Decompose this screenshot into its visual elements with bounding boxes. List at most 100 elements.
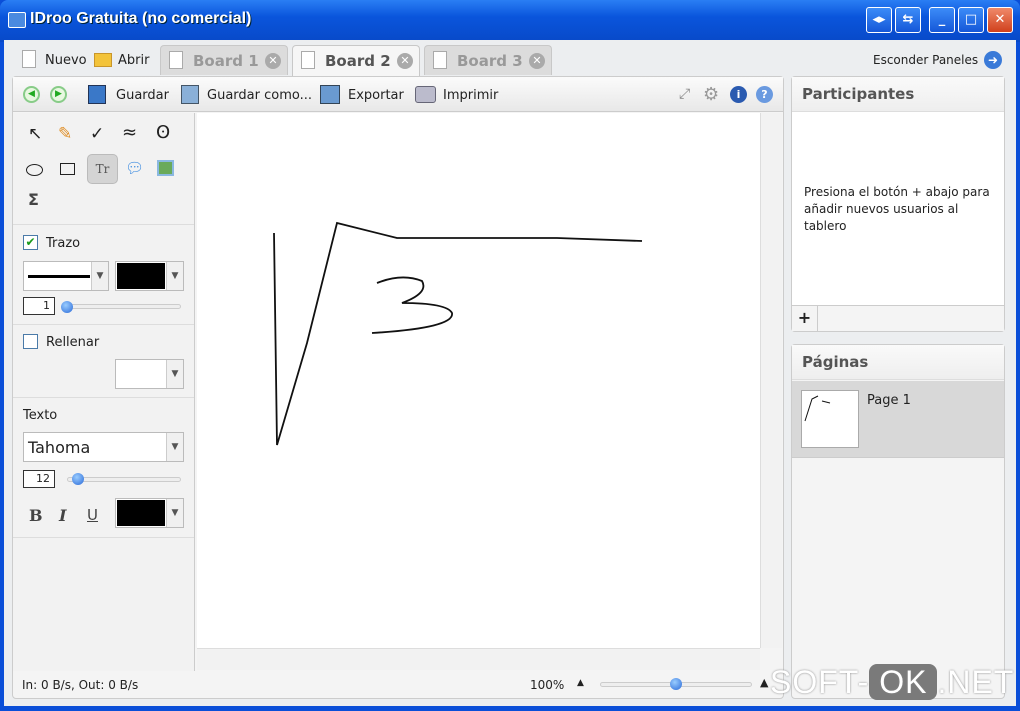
divider [13,324,194,325]
info-icon[interactable]: i [730,86,747,103]
font-dropdown[interactable]: Tahoma ▼ [23,432,184,462]
freehand-line-icon[interactable]: ≈ [122,122,137,143]
rectangle-icon[interactable] [60,163,75,175]
open-button[interactable]: Abrir [118,53,149,68]
curve-icon[interactable]: ʘ [156,122,170,143]
speech-bubble-icon[interactable]: 💬︎ [125,159,144,177]
chevron-down-icon: ▼ [166,262,183,290]
back-icon[interactable]: ◀ [23,86,40,103]
text-color-dropdown[interactable]: ▼ [115,498,184,528]
print-icon [415,86,436,103]
export-button[interactable]: Exportar [348,88,404,103]
zoom-slider-knob[interactable] [670,678,682,690]
pencil-icon[interactable]: ✎ [58,124,72,144]
page-item[interactable]: Page 1 [792,381,1004,458]
document-icon [169,51,183,69]
stroke-color-dropdown[interactable]: ▼ [115,261,184,291]
tab-board-1[interactable]: Board 1 ✕ [160,45,288,75]
divider [13,397,194,398]
minimize-button[interactable]: _ [929,7,955,33]
tab-board-3[interactable]: Board 3 ✕ [424,45,552,75]
fullscreen-icon[interactable]: ⤢ [679,86,690,102]
drawing-canvas[interactable] [197,113,760,648]
vertical-scrollbar[interactable] [760,113,782,648]
highlighter-icon[interactable]: ✓ [90,124,104,144]
save-icon [88,85,106,104]
stroke-width-slider[interactable] [62,304,181,309]
save-as-icon [181,85,199,104]
help-icon[interactable]: ? [756,86,773,103]
add-participant-button[interactable]: + [792,306,818,331]
line-style-dropdown[interactable]: ▼ [23,261,109,291]
stroke-label: Trazo [46,236,81,251]
font-size-input[interactable]: 12 [23,470,55,488]
window-title: IDroo Gratuita (no comercial) [30,10,252,27]
swap-icon[interactable]: ◂▸ [866,7,892,33]
close-tab-icon[interactable]: ✕ [265,53,281,69]
open-folder-icon [94,53,112,67]
close-tab-icon[interactable]: ✕ [529,53,545,69]
new-icon [22,50,36,68]
close-tab-icon[interactable]: ✕ [397,53,413,69]
formula-sigma-icon[interactable]: Σ [28,190,39,209]
slider-knob[interactable] [72,473,84,485]
stroke-number-3[interactable] [371,276,453,334]
hide-panels-button[interactable]: Esconder Paneles [873,53,978,67]
tab-label: Board 1 [193,52,259,70]
stroke-checkbox[interactable]: ✔ [23,235,38,250]
share-icon[interactable]: ⇆ [895,7,921,33]
text-label: Texto [23,408,58,423]
arrow-right-icon[interactable]: ➜ [984,51,1002,69]
pages-title: Páginas [792,345,1004,380]
select-pointer-icon[interactable]: ↖ [28,124,42,144]
pages-panel: Páginas Page 1 [791,344,1005,699]
document-icon [433,51,447,69]
fill-checkbox[interactable] [23,334,38,349]
divider [13,537,194,538]
print-button[interactable]: Imprimir [443,88,498,103]
participants-title: Participantes [792,77,1004,112]
image-icon[interactable] [157,160,174,176]
chevron-down-icon: ▼ [166,360,183,388]
underline-button[interactable]: U [87,506,98,524]
export-icon [320,85,340,104]
app-icon [8,12,26,28]
maximize-button[interactable]: □ [958,7,984,33]
chevron-down-icon: ▼ [166,433,183,461]
ellipse-icon[interactable] [26,164,43,176]
text-tool-icon[interactable]: Tr [87,154,118,184]
italic-button[interactable]: I [59,506,66,525]
font-value: Tahoma [28,438,91,457]
save-as-button[interactable]: Guardar como... [207,88,312,103]
participants-hint: Presiona el botón + abajo para añadir nu… [804,185,990,233]
zoom-in-icon[interactable]: ▲ [760,676,768,689]
tab-label: Board 3 [457,52,523,70]
watermark: SOFT- OK .NET [770,664,1015,700]
document-icon [301,51,315,69]
page-label: Page 1 [867,393,911,408]
tab-board-2[interactable]: Board 2 ✕ [292,45,420,77]
traffic-status: In: 0 B/s, Out: 0 B/s [22,678,139,692]
forward-icon[interactable]: ▶ [50,86,67,103]
chevron-down-icon: ▼ [91,262,108,290]
fill-color-dropdown[interactable]: ▼ [115,359,184,389]
settings-gear-icon[interactable]: ⚙ [703,84,719,105]
zoom-out-icon[interactable]: ▲ [577,678,584,688]
bold-button[interactable]: B [29,506,43,525]
close-button[interactable]: ✕ [987,7,1013,33]
page-thumbnail[interactable] [801,390,859,448]
slider-knob[interactable] [61,301,73,313]
tab-label: Board 2 [325,52,391,70]
zoom-level: 100% [530,678,565,692]
participants-panel: Participantes Presiona el botón + abajo … [791,76,1005,332]
divider [13,224,194,225]
tools-panel [13,113,195,671]
chevron-down-icon: ▼ [166,499,183,527]
fill-label: Rellenar [46,335,100,350]
new-button[interactable]: Nuevo [45,53,87,68]
font-size-slider[interactable] [67,477,181,482]
stroke-radical[interactable] [273,221,643,446]
horizontal-scrollbar[interactable] [197,648,760,670]
stroke-width-input[interactable]: 1 [23,297,55,315]
save-button[interactable]: Guardar [116,88,169,103]
